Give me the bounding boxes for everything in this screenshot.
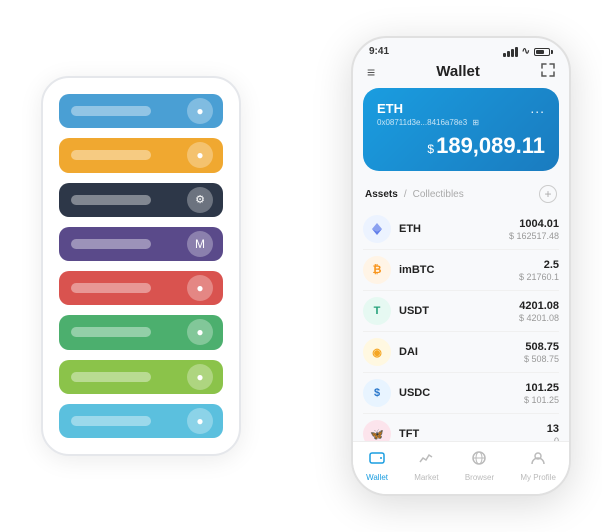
list-item: ₿ imBTC 2.5 $ 21760.1 xyxy=(363,250,559,291)
list-item: ◉ DAI 508.75 $ 508.75 xyxy=(363,332,559,373)
usdt-name: USDT xyxy=(399,305,519,317)
browser-nav-icon xyxy=(471,450,487,471)
wallet-card-top: ETH ... xyxy=(377,100,545,116)
dai-values: 508.75 $ 508.75 xyxy=(524,341,559,364)
nav-wallet[interactable]: Wallet xyxy=(366,450,388,482)
wallet-nav-label: Wallet xyxy=(366,473,388,482)
nav-browser[interactable]: Browser xyxy=(465,450,494,482)
add-asset-button[interactable]: + xyxy=(539,185,557,203)
wallet-more-button[interactable]: ... xyxy=(530,100,545,116)
card-icon-orange: ● xyxy=(187,142,213,168)
tab-collectibles[interactable]: Collectibles xyxy=(413,189,464,200)
dai-usd: $ 508.75 xyxy=(524,354,559,364)
list-item: 🦋 TFT 13 0 xyxy=(363,414,559,441)
nav-market[interactable]: Market xyxy=(414,450,438,482)
wallet-balance: $189,089.11 xyxy=(377,133,545,159)
status-time: 9:41 xyxy=(369,46,389,57)
scene: ● ● ⚙ M ● ● ● ● xyxy=(11,11,591,521)
tft-amount: 13 xyxy=(547,423,559,435)
wifi-icon: ∿ xyxy=(522,46,530,57)
tft-values: 13 0 xyxy=(547,423,559,442)
usdt-amount: 4201.08 xyxy=(519,300,559,312)
phone-content: ETH ... 0x08711d3e...8416a78e3 ⊞ $189,08… xyxy=(353,88,569,494)
eth-name: ETH xyxy=(399,223,509,235)
usdc-usd: $ 101.25 xyxy=(524,395,559,405)
wallet-card: ETH ... 0x08711d3e...8416a78e3 ⊞ $189,08… xyxy=(363,88,559,171)
imbtc-name: imBTC xyxy=(399,264,519,276)
imbtc-amount: 2.5 xyxy=(519,259,559,271)
list-item: ETH 1004.01 $ 162517.48 xyxy=(363,209,559,250)
usdt-usd: $ 4201.08 xyxy=(519,313,559,323)
list-item: T USDT 4201.08 $ 4201.08 xyxy=(363,291,559,332)
assets-header: Assets / Collectibles + xyxy=(353,181,569,209)
asset-list: ETH 1004.01 $ 162517.48 ₿ imBTC 2.5 $ 21… xyxy=(353,209,569,441)
eth-usd: $ 162517.48 xyxy=(509,231,559,241)
card-icon-lightblue: ● xyxy=(187,408,213,434)
dai-name: DAI xyxy=(399,346,524,358)
assets-tabs: Assets / Collectibles xyxy=(365,189,464,200)
card-icon-purple: M xyxy=(187,231,213,257)
nav-profile[interactable]: My Profile xyxy=(520,450,556,482)
eth-amount: 1004.01 xyxy=(509,218,559,230)
usdc-values: 101.25 $ 101.25 xyxy=(524,382,559,405)
profile-nav-label: My Profile xyxy=(520,473,556,482)
dai-coin-icon: ◉ xyxy=(363,338,391,366)
eth-coin-icon xyxy=(363,215,391,243)
phone-header: ≡ Wallet xyxy=(353,61,569,88)
imbtc-coin-icon: ₿ xyxy=(363,256,391,284)
signal-icon xyxy=(503,47,518,57)
card-row-blue: ● xyxy=(59,94,223,128)
wallet-nav-icon xyxy=(369,450,385,471)
address-copy-icon[interactable]: ⊞ xyxy=(472,118,479,127)
card-row-green: ● xyxy=(59,315,223,349)
card-icon-dark: ⚙ xyxy=(187,187,213,213)
tft-coin-icon: 🦋 xyxy=(363,420,391,441)
balance-symbol: $ xyxy=(427,142,434,156)
wallet-coin-label: ETH xyxy=(377,101,403,116)
wallet-address: 0x08711d3e...8416a78e3 ⊞ xyxy=(377,118,545,127)
card-row-dark: ⚙ xyxy=(59,183,223,217)
status-bar: 9:41 ∿ xyxy=(353,38,569,61)
bg-phone: ● ● ⚙ M ● ● ● ● xyxy=(41,76,241,456)
browser-nav-label: Browser xyxy=(465,473,494,482)
card-icon-lightgreen: ● xyxy=(187,364,213,390)
usdc-amount: 101.25 xyxy=(524,382,559,394)
market-nav-label: Market xyxy=(414,473,438,482)
profile-nav-icon xyxy=(530,450,546,471)
expand-icon[interactable] xyxy=(541,63,555,80)
front-phone: 9:41 ∿ xyxy=(351,36,571,496)
tft-name: TFT xyxy=(399,428,547,440)
header-title: Wallet xyxy=(436,63,480,80)
status-icons: ∿ xyxy=(503,46,553,57)
usdc-name: USDC xyxy=(399,387,524,399)
usdt-coin-icon: T xyxy=(363,297,391,325)
usdt-values: 4201.08 $ 4201.08 xyxy=(519,300,559,323)
card-row-red: ● xyxy=(59,271,223,305)
menu-icon[interactable]: ≡ xyxy=(367,64,375,80)
card-icon-blue: ● xyxy=(187,98,213,124)
battery-icon xyxy=(534,48,553,56)
card-row-purple: M xyxy=(59,227,223,261)
imbtc-usd: $ 21760.1 xyxy=(519,272,559,282)
dai-amount: 508.75 xyxy=(524,341,559,353)
eth-values: 1004.01 $ 162517.48 xyxy=(509,218,559,241)
tab-divider: / xyxy=(404,189,407,200)
usdc-coin-icon: $ xyxy=(363,379,391,407)
card-row-lightblue: ● xyxy=(59,404,223,438)
bottom-nav: Wallet Market xyxy=(353,441,569,494)
market-nav-icon xyxy=(418,450,434,471)
card-row-orange: ● xyxy=(59,138,223,172)
card-icon-red: ● xyxy=(187,275,213,301)
card-icon-green: ● xyxy=(187,319,213,345)
list-item: $ USDC 101.25 $ 101.25 xyxy=(363,373,559,414)
tab-assets[interactable]: Assets xyxy=(365,189,398,200)
card-row-lightgreen: ● xyxy=(59,360,223,394)
imbtc-values: 2.5 $ 21760.1 xyxy=(519,259,559,282)
